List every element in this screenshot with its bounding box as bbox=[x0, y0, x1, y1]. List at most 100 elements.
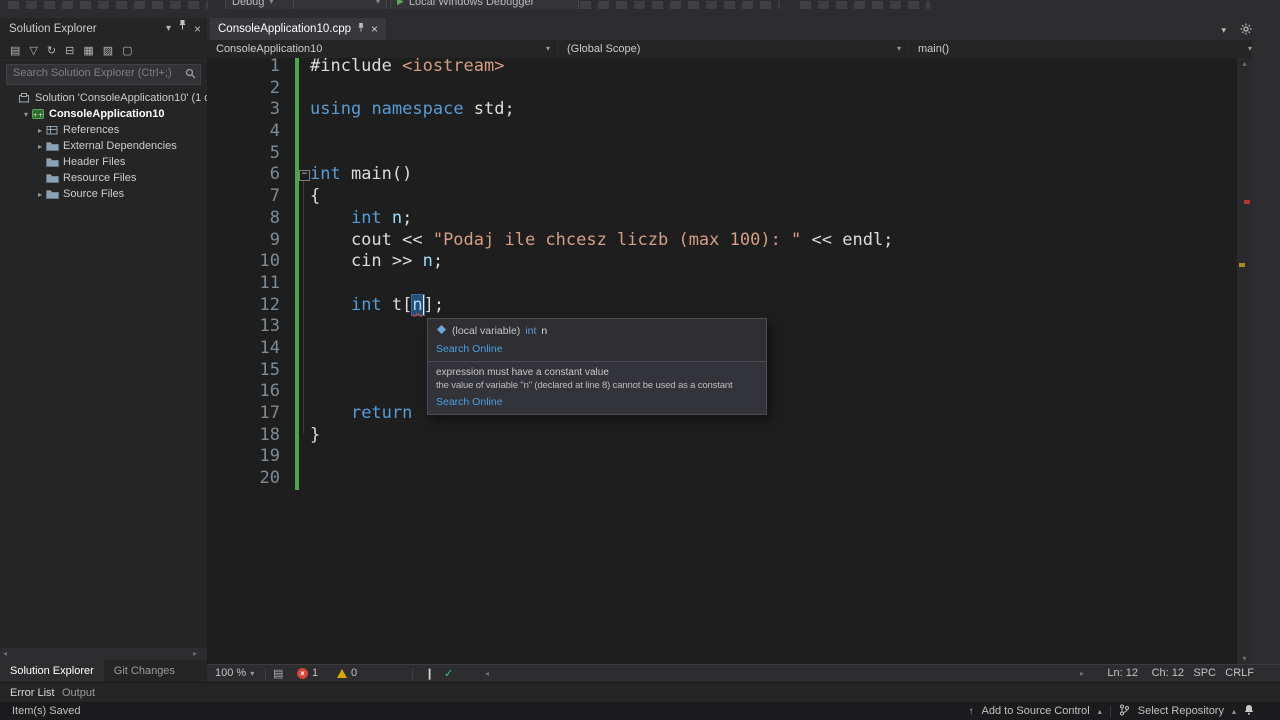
code-line: 9 cout << "Podaj ile chcesz liczb (max 1… bbox=[207, 229, 1237, 252]
refresh-icon[interactable]: ↻ bbox=[47, 44, 56, 57]
code-line: 12 int t[n]; bbox=[207, 294, 1237, 317]
scroll-up-icon[interactable]: ▴ bbox=[1237, 59, 1252, 68]
tree-item-label: External Dependencies bbox=[63, 140, 177, 152]
search-input[interactable]: Search Solution Explorer (Ctrl+;) bbox=[6, 64, 201, 85]
document-tab[interactable]: ConsoleApplication10.cpp × bbox=[210, 18, 386, 40]
select-repository-button[interactable]: Select Repository bbox=[1138, 705, 1224, 717]
chevron-right-icon[interactable]: ▸ bbox=[34, 142, 46, 151]
line-number: 2 bbox=[269, 77, 280, 98]
tree-item-label: Solution 'ConsoleApplication10' (1 of 1 bbox=[35, 92, 207, 104]
close-icon[interactable]: × bbox=[371, 23, 378, 35]
code-text[interactable]: #include <iostream> bbox=[310, 58, 504, 78]
code-text[interactable]: return bbox=[310, 403, 412, 425]
tree-item[interactable]: ▸ External Dependencies bbox=[0, 138, 207, 154]
fold-collapse-icon[interactable]: − bbox=[299, 164, 310, 186]
code-line: 20 bbox=[207, 468, 1237, 490]
scroll-right-icon[interactable]: ▸ bbox=[1080, 669, 1084, 678]
scroll-left-icon[interactable]: ◂ bbox=[3, 649, 7, 658]
column-indicator: Ch: 12 bbox=[1151, 667, 1184, 679]
code-text[interactable]: using namespace std; bbox=[310, 99, 515, 121]
project-dropdown-label: ConsoleApplication10 bbox=[216, 43, 323, 55]
spaces-indicator[interactable]: SPC bbox=[1193, 667, 1216, 679]
add-to-source-control-button[interactable]: Add to Source Control bbox=[982, 705, 1090, 717]
code-text[interactable]: int t[n]; bbox=[310, 294, 444, 317]
preview-selected-icon[interactable]: ▢ bbox=[122, 44, 132, 57]
warning-count[interactable]: 0 bbox=[337, 667, 357, 679]
line-number: 13 bbox=[259, 316, 280, 337]
gear-icon[interactable] bbox=[1240, 23, 1252, 37]
search-online-link[interactable]: Search Online bbox=[436, 396, 758, 408]
code-line: 6− int main() bbox=[207, 164, 1237, 187]
search-online-link[interactable]: Search Online bbox=[436, 343, 758, 355]
line-number: 4 bbox=[269, 121, 280, 142]
toolbar-icon-cluster[interactable] bbox=[580, 1, 780, 9]
scrollbar-annotation bbox=[1244, 200, 1250, 204]
pin-icon[interactable] bbox=[178, 18, 187, 40]
code-cleanup-icon[interactable]: ✓ bbox=[444, 667, 453, 680]
solution-platform-dropdown[interactable]: ▾ bbox=[293, 0, 387, 9]
code-text[interactable]: int n; bbox=[310, 208, 412, 230]
tree-item[interactable]: ▸ Source Files bbox=[0, 186, 207, 202]
tree-item[interactable]: Resource Files bbox=[0, 170, 207, 186]
code-line: 10 cin >> n; bbox=[207, 251, 1237, 273]
collapse-all-icon[interactable]: ⊟ bbox=[65, 44, 74, 57]
member-dropdown[interactable]: main() ▾ bbox=[909, 40, 1260, 58]
scroll-down-icon[interactable]: ▾ bbox=[1237, 654, 1252, 663]
code-text[interactable]: { bbox=[310, 186, 320, 208]
scroll-left-icon[interactable]: ◂ bbox=[485, 669, 489, 678]
tab-output[interactable]: Output bbox=[62, 687, 95, 699]
solution-configuration-dropdown[interactable]: Debug ▾ bbox=[225, 0, 301, 9]
tab-error-list[interactable]: Error List bbox=[10, 687, 55, 699]
active-files-dropdown-icon[interactable]: ▾ bbox=[1221, 25, 1226, 36]
line-ending-indicator[interactable]: CRLF bbox=[1225, 667, 1254, 679]
error-count-label: 1 bbox=[312, 667, 319, 679]
code-text[interactable]: cin >> n; bbox=[310, 251, 443, 273]
code-text[interactable]: } bbox=[310, 425, 320, 447]
editor-scrollbar[interactable]: ▴ ▾ bbox=[1237, 58, 1252, 664]
tree-item[interactable]: ▾ ++ ConsoleApplication10 bbox=[0, 106, 207, 122]
bottom-panel-tabs: Error List Output bbox=[0, 682, 1280, 703]
tab-git-changes[interactable]: Git Changes bbox=[104, 660, 185, 682]
tree-item[interactable]: Header Files bbox=[0, 154, 207, 170]
play-icon: ▶ bbox=[397, 0, 404, 6]
status-message: Item(s) Saved bbox=[12, 705, 81, 717]
tree-item-label: Source Files bbox=[63, 188, 125, 200]
tree-item[interactable]: ▸ References bbox=[0, 122, 207, 138]
toolbar-icon-cluster[interactable] bbox=[8, 1, 208, 9]
start-debugging-button[interactable]: ▶ Local Windows Debugger bbox=[390, 0, 579, 9]
chevron-right-icon[interactable]: ▸ bbox=[34, 126, 46, 135]
code-line: 5 bbox=[207, 142, 1237, 165]
chevron-down-icon: ▾ bbox=[269, 0, 274, 6]
close-icon[interactable]: × bbox=[194, 18, 201, 40]
window-position-icon[interactable]: ▾ bbox=[166, 18, 171, 40]
project-dropdown[interactable]: ConsoleApplication10 ▾ bbox=[207, 40, 558, 58]
show-all-files-icon[interactable]: ▦ bbox=[83, 44, 93, 57]
switch-views-icon[interactable]: ▤ bbox=[10, 44, 20, 57]
bell-icon[interactable] bbox=[1244, 704, 1254, 718]
chevron-right-icon[interactable]: ▸ bbox=[34, 190, 46, 199]
solution-explorer-toolbar: ▤ ▽ ↻ ⊟ ▦ ▨ ▢ bbox=[0, 40, 207, 61]
error-count[interactable]: × 1 bbox=[297, 667, 318, 679]
zoom-dropdown[interactable]: 100 % ▾ bbox=[215, 667, 254, 679]
tree-item[interactable]: Solution 'ConsoleApplication10' (1 of 1 bbox=[0, 90, 207, 106]
scope-dropdown[interactable]: (Global Scope) ▾ bbox=[558, 40, 909, 58]
chevron-down-icon[interactable]: ▾ bbox=[20, 110, 32, 119]
pin-icon[interactable] bbox=[357, 22, 365, 36]
error-message-2: the value of variable "n" (declared at l… bbox=[436, 380, 733, 391]
properties-icon[interactable]: ▨ bbox=[103, 44, 113, 57]
error-icon: × bbox=[297, 667, 308, 679]
scroll-right-icon[interactable]: ▸ bbox=[193, 649, 197, 658]
toolbar-icon-cluster[interactable] bbox=[800, 1, 930, 9]
filter-icon[interactable]: ▽ bbox=[29, 44, 37, 57]
tab-solution-explorer[interactable]: Solution Explorer bbox=[0, 660, 104, 682]
code-text[interactable]: cout << "Podaj ile chcesz liczb (max 100… bbox=[310, 230, 893, 252]
sidebar-horizontal-scrollbar[interactable]: ◂ ▸ bbox=[0, 648, 207, 660]
folder-icon bbox=[46, 157, 63, 168]
code-text[interactable]: int main() bbox=[310, 164, 412, 186]
line-number: 17 bbox=[259, 403, 280, 423]
